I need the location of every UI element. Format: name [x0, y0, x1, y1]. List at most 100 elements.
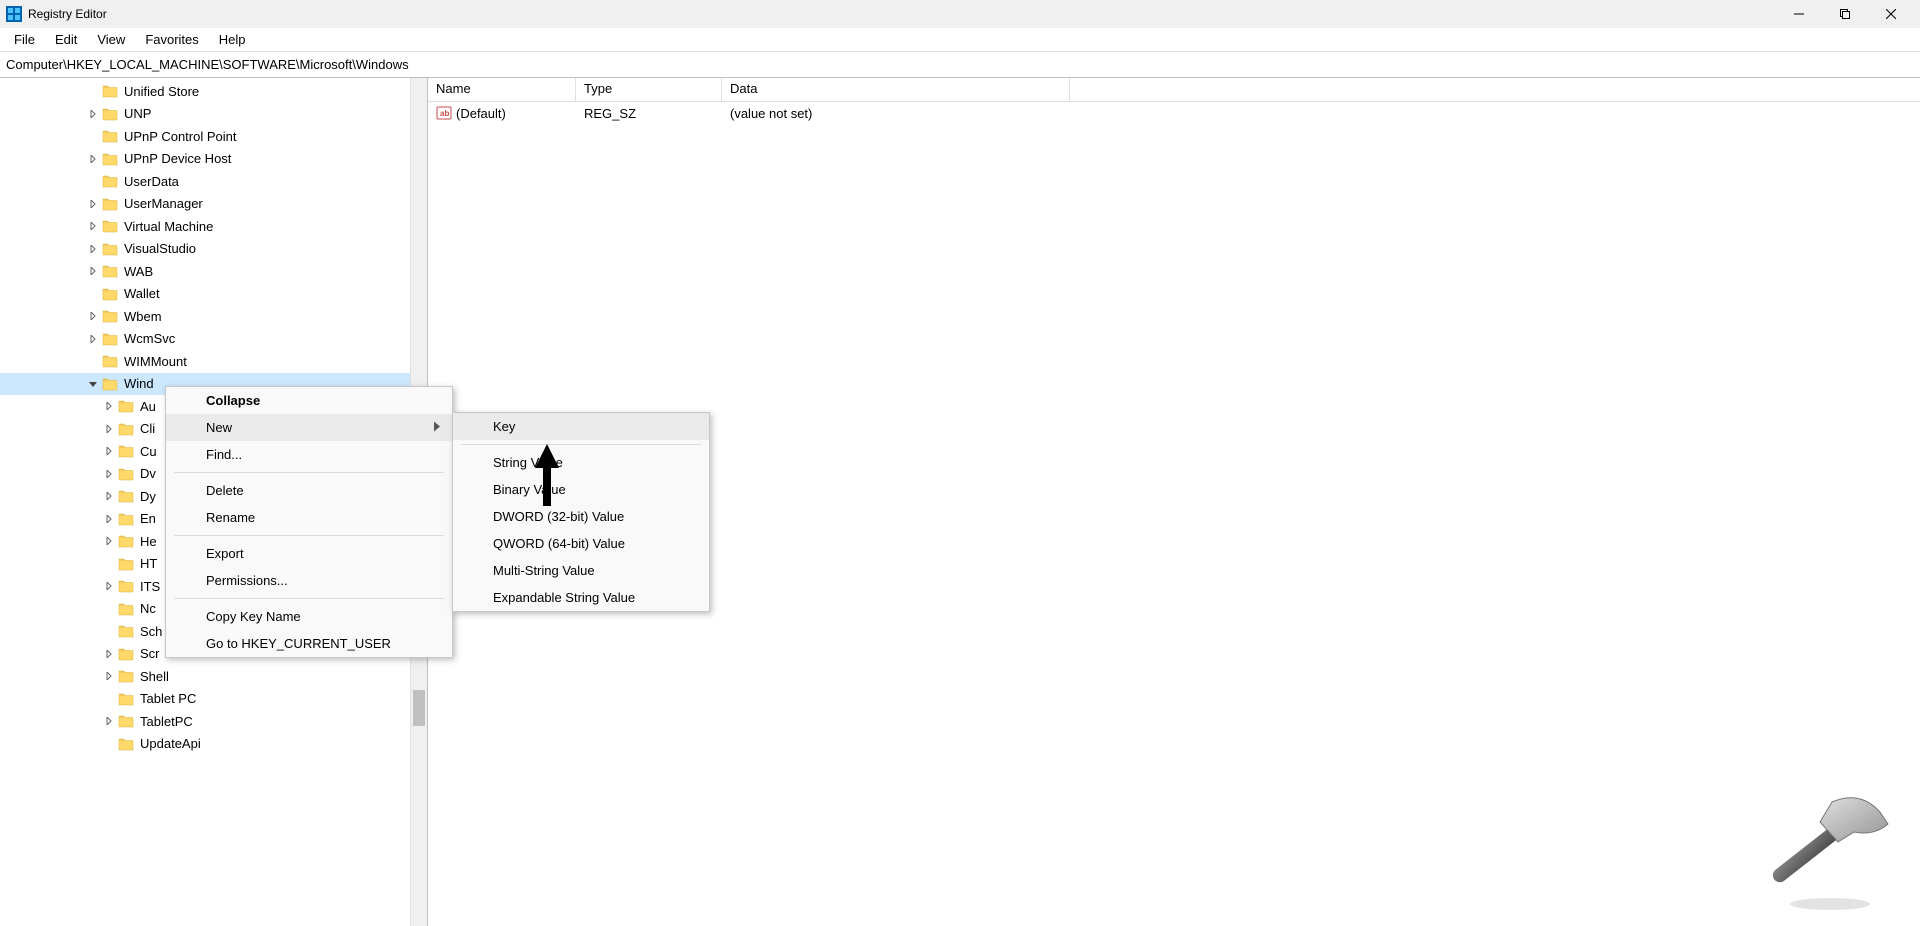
menu-file[interactable]: File: [4, 30, 45, 49]
chevron-right-icon[interactable]: [102, 399, 116, 413]
tree-item-shell[interactable]: Shell: [0, 665, 427, 688]
chevron-right-icon[interactable]: [102, 714, 116, 728]
cm-new-qword-64-bit-value[interactable]: QWORD (64-bit) Value: [453, 530, 709, 557]
chevron-right-icon[interactable]: [86, 219, 100, 233]
window-controls: [1776, 0, 1914, 28]
cm-item-go-to-hkey-current-user[interactable]: Go to HKEY_CURRENT_USER: [166, 630, 452, 657]
tree-item-wab[interactable]: WAB: [0, 260, 427, 283]
cm-new-string-value[interactable]: String Value: [453, 449, 709, 476]
tree-item-userdata[interactable]: UserData: [0, 170, 427, 193]
folder-icon: [102, 354, 118, 368]
tree-item-upnp-device-host[interactable]: UPnP Device Host: [0, 148, 427, 171]
cm-item-collapse[interactable]: Collapse: [166, 387, 452, 414]
cm-new-binary-value[interactable]: Binary Value: [453, 476, 709, 503]
folder-icon: [118, 422, 134, 436]
cm-item-export[interactable]: Export: [166, 540, 452, 567]
folder-icon: [118, 737, 134, 751]
folder-icon: [102, 287, 118, 301]
address-bar[interactable]: Computer\HKEY_LOCAL_MACHINE\SOFTWARE\Mic…: [0, 52, 1920, 78]
folder-icon: [118, 489, 134, 503]
tree-item-label: Dv: [140, 466, 156, 481]
tree-item-wimmount[interactable]: WIMMount: [0, 350, 427, 373]
tree-item-label: WAB: [124, 264, 153, 279]
tree-item-wallet[interactable]: Wallet: [0, 283, 427, 306]
folder-icon: [118, 714, 134, 728]
cm-new-expandable-string-value[interactable]: Expandable String Value: [453, 584, 709, 611]
menu-favorites[interactable]: Favorites: [135, 30, 208, 49]
chevron-down-icon[interactable]: [86, 377, 100, 391]
menubar: File Edit View Favorites Help: [0, 28, 1920, 52]
cm-item-delete[interactable]: Delete: [166, 477, 452, 504]
chevron-right-icon[interactable]: [102, 444, 116, 458]
titlebar: Registry Editor: [0, 0, 1920, 28]
folder-icon: [118, 534, 134, 548]
chevron-right-icon[interactable]: [102, 579, 116, 593]
folder-icon: [102, 219, 118, 233]
menu-view[interactable]: View: [87, 30, 135, 49]
tree-item-wcmsvc[interactable]: WcmSvc: [0, 328, 427, 351]
folder-icon: [118, 624, 134, 638]
tree-item-label: Virtual Machine: [124, 219, 213, 234]
tree-item-visualstudio[interactable]: VisualStudio: [0, 238, 427, 261]
chevron-right-icon[interactable]: [86, 107, 100, 121]
value-data: (value not set): [722, 106, 1920, 121]
col-data[interactable]: Data: [722, 78, 1070, 101]
cm-new-dword-32-bit-value[interactable]: DWORD (32-bit) Value: [453, 503, 709, 530]
tree-item-label: Wbem: [124, 309, 162, 324]
tree-item-label: Cli: [140, 421, 155, 436]
chevron-right-icon[interactable]: [86, 152, 100, 166]
chevron-right-icon[interactable]: [102, 422, 116, 436]
tree-item-unified-store[interactable]: Unified Store: [0, 80, 427, 103]
cm-item-rename[interactable]: Rename: [166, 504, 452, 531]
list-row[interactable]: ab (Default) REG_SZ (value not set): [428, 102, 1920, 124]
chevron-right-icon[interactable]: [102, 647, 116, 661]
tree-item-upnp-control-point[interactable]: UPnP Control Point: [0, 125, 427, 148]
cm-new-key[interactable]: Key: [453, 413, 709, 440]
tree-item-label: Sch: [140, 624, 162, 639]
folder-icon: [118, 444, 134, 458]
chevron-right-icon[interactable]: [86, 197, 100, 211]
tree-item-tablet-pc[interactable]: Tablet PC: [0, 688, 427, 711]
col-name[interactable]: Name: [428, 78, 576, 101]
folder-icon: [102, 84, 118, 98]
cm-item-new[interactable]: New: [166, 414, 452, 441]
tree-item-wbem[interactable]: Wbem: [0, 305, 427, 328]
tree-item-virtual-machine[interactable]: Virtual Machine: [0, 215, 427, 238]
menu-separator: [174, 472, 444, 473]
folder-icon: [118, 557, 134, 571]
tree-item-unp[interactable]: UNP: [0, 103, 427, 126]
tree-item-updateapi[interactable]: UpdateApi: [0, 733, 427, 756]
menu-help[interactable]: Help: [209, 30, 256, 49]
chevron-right-icon[interactable]: [102, 534, 116, 548]
context-submenu-new: Key String ValueBinary ValueDWORD (32-bit…: [452, 412, 710, 612]
folder-icon: [118, 579, 134, 593]
menu-separator: [174, 598, 444, 599]
tree-item-tabletpc[interactable]: TabletPC: [0, 710, 427, 733]
menu-edit[interactable]: Edit: [45, 30, 87, 49]
tree-item-label: Wind: [124, 376, 154, 391]
chevron-right-icon[interactable]: [86, 309, 100, 323]
close-button[interactable]: [1868, 0, 1914, 28]
tree-item-label: WcmSvc: [124, 331, 175, 346]
chevron-right-icon[interactable]: [86, 242, 100, 256]
chevron-right-icon[interactable]: [102, 467, 116, 481]
cm-item-copy-key-name[interactable]: Copy Key Name: [166, 603, 452, 630]
col-type[interactable]: Type: [576, 78, 722, 101]
folder-icon: [102, 152, 118, 166]
address-text: Computer\HKEY_LOCAL_MACHINE\SOFTWARE\Mic…: [6, 57, 409, 72]
chevron-right-icon: [434, 421, 440, 434]
cm-item-find[interactable]: Find...: [166, 441, 452, 468]
string-value-icon: ab: [436, 105, 452, 121]
tree-item-label: Shell: [140, 669, 169, 684]
cm-item-permissions[interactable]: Permissions...: [166, 567, 452, 594]
chevron-right-icon[interactable]: [86, 264, 100, 278]
scrollbar-thumb[interactable]: [413, 690, 425, 726]
chevron-right-icon[interactable]: [102, 489, 116, 503]
cm-new-multi-string-value[interactable]: Multi-String Value: [453, 557, 709, 584]
chevron-right-icon[interactable]: [86, 332, 100, 346]
maximize-button[interactable]: [1822, 0, 1868, 28]
minimize-button[interactable]: [1776, 0, 1822, 28]
chevron-right-icon[interactable]: [102, 512, 116, 526]
tree-item-usermanager[interactable]: UserManager: [0, 193, 427, 216]
chevron-right-icon[interactable]: [102, 669, 116, 683]
